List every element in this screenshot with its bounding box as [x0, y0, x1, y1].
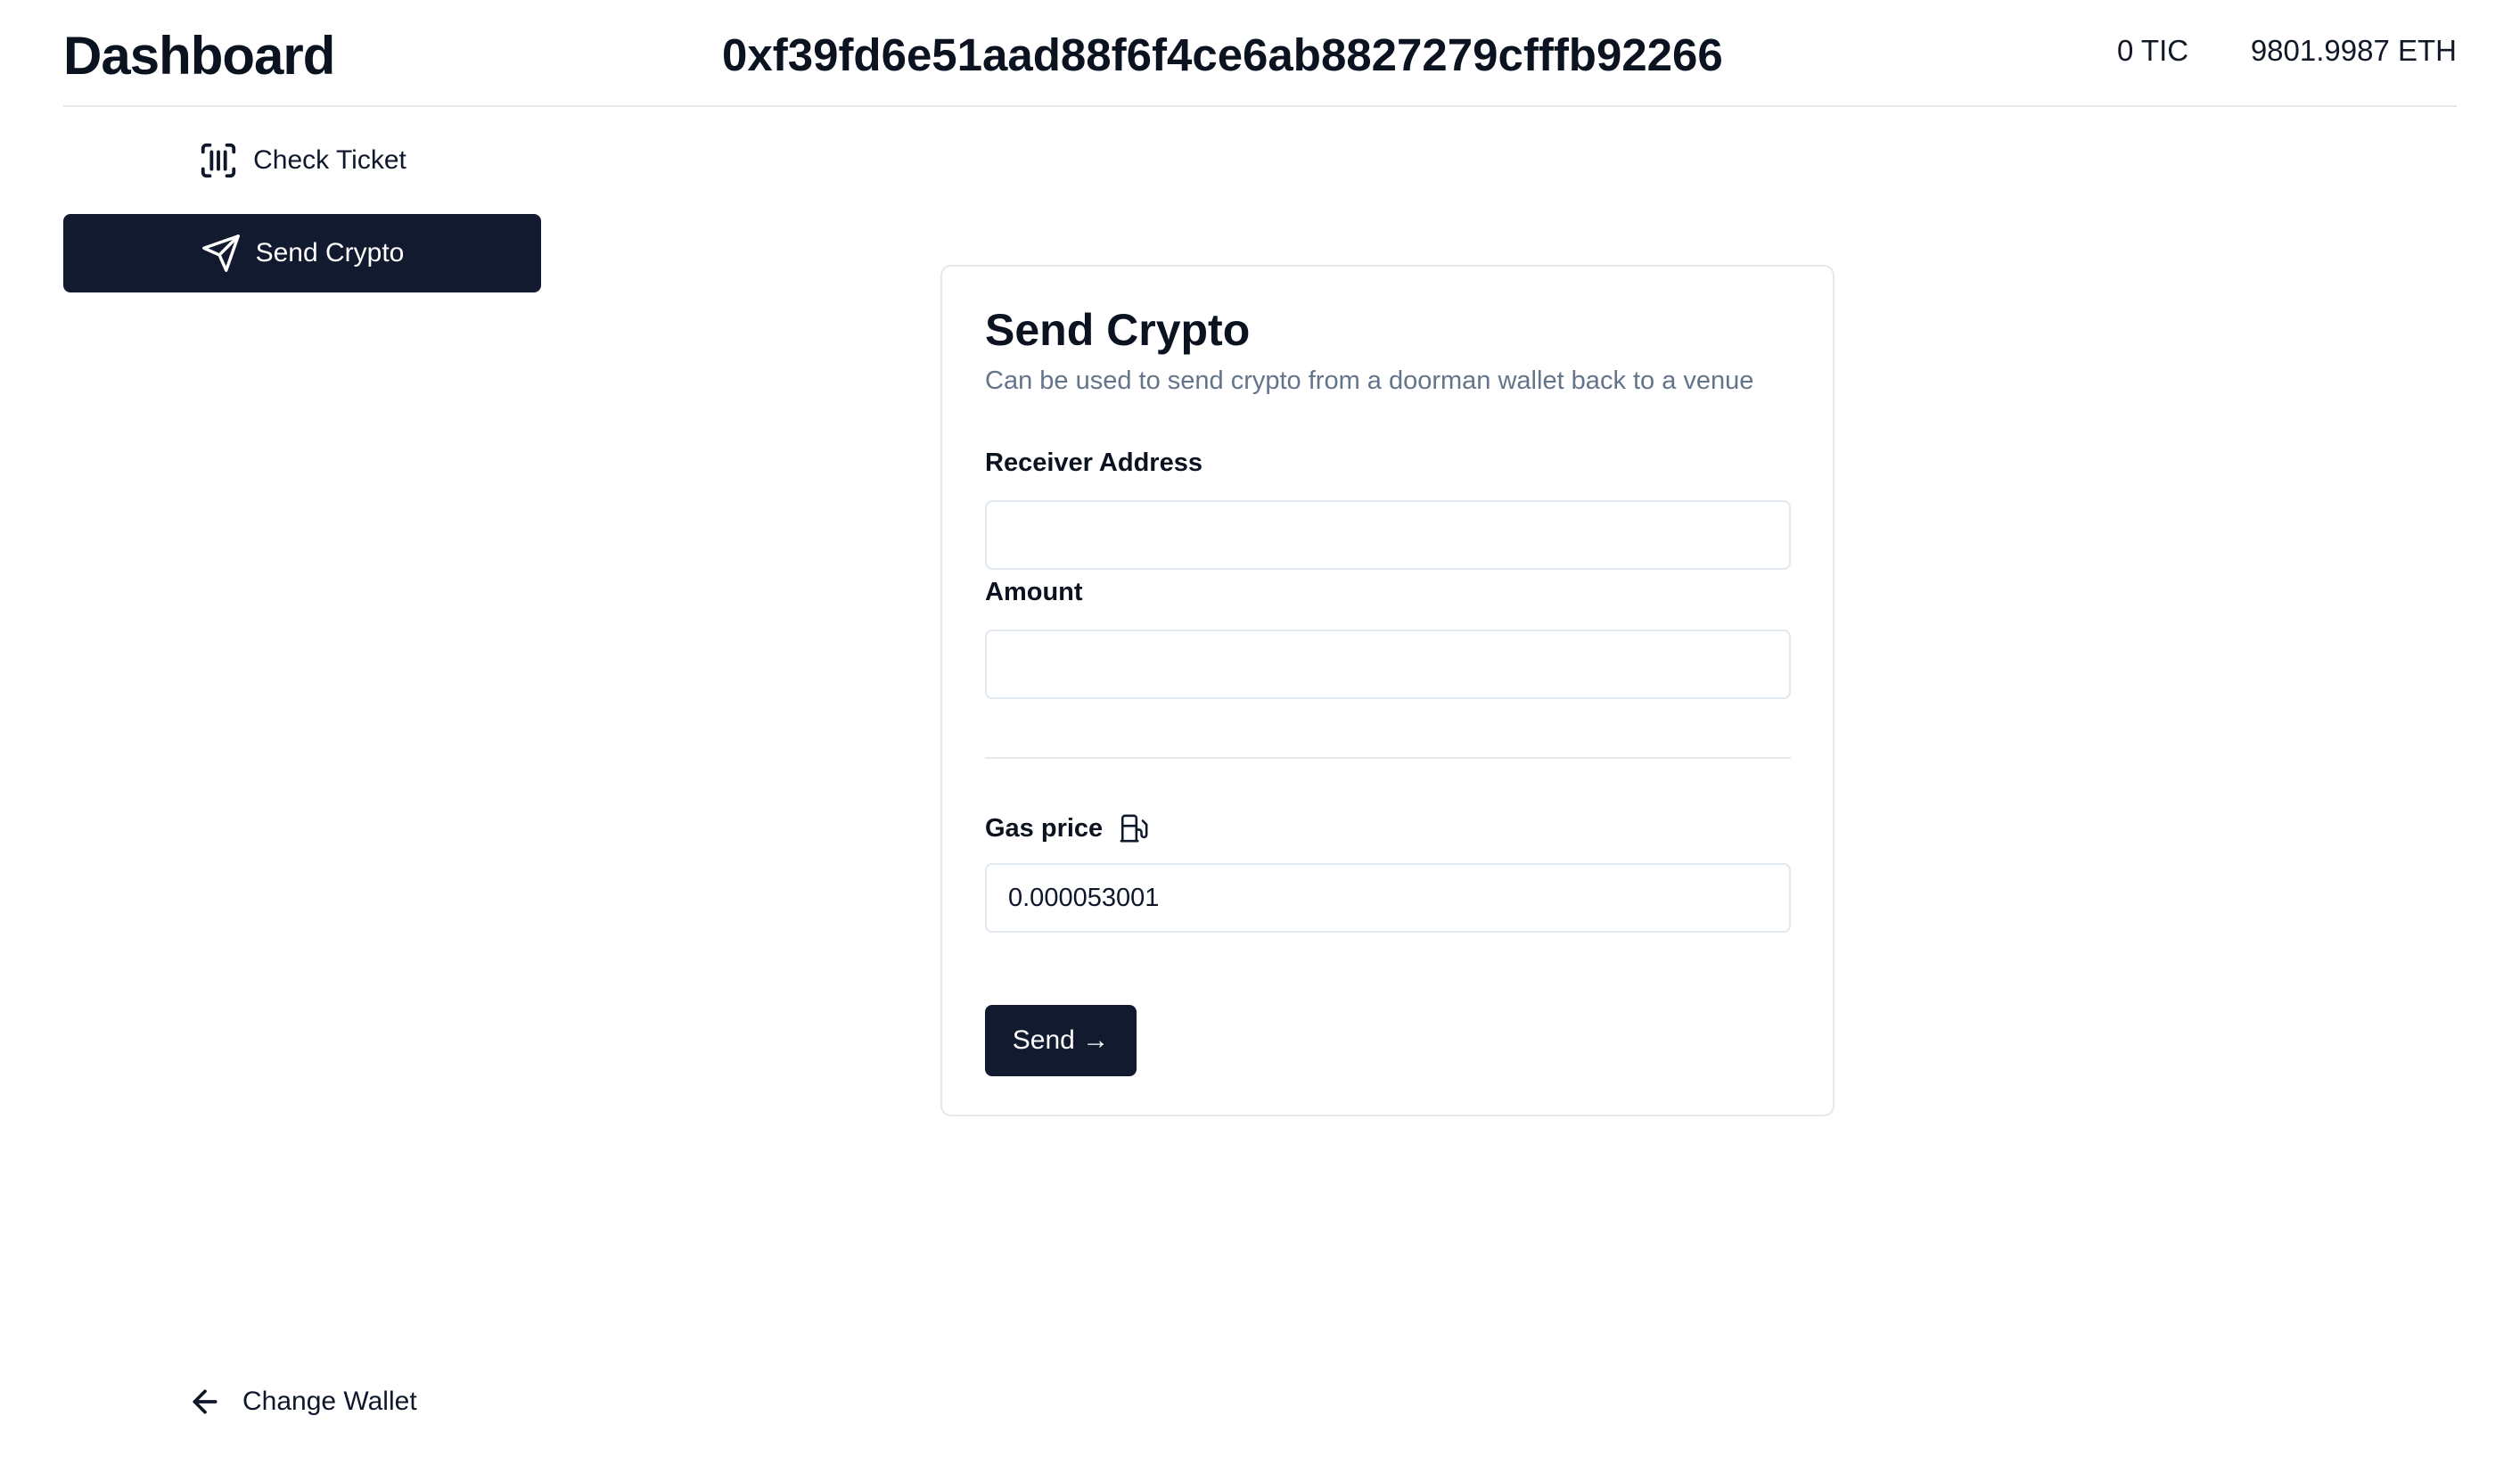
receiver-address-label-text: Receiver Address [985, 449, 1203, 477]
change-wallet-label: Change Wallet [242, 1387, 417, 1416]
amount-label: Amount [985, 578, 1083, 607]
scan-barcode-icon [198, 140, 239, 181]
receiver-address-input[interactable] [985, 500, 1791, 570]
send-button[interactable]: Send → [985, 1005, 1137, 1076]
receiver-address-label: Receiver Address [985, 449, 1203, 478]
gas-price-label-text: Gas price [985, 813, 1104, 843]
gas-price-label: Gas price [985, 813, 1149, 844]
header: Dashboard 0xf39fd6e51aad88f6f4ce6ab88272… [63, 0, 2457, 107]
eth-balance: 9801.9987 ETH [2250, 34, 2457, 67]
sidebar-item-label: Check Ticket [253, 145, 406, 175]
amount-label-text: Amount [985, 578, 1083, 606]
page: Dashboard 0xf39fd6e51aad88f6f4ce6ab88272… [0, 0, 2520, 1457]
card-subtitle: Can be used to send crypto from a doorma… [985, 366, 1754, 395]
divider [985, 757, 1791, 759]
fuel-icon [1119, 813, 1149, 844]
card-title: Send Crypto [985, 305, 1251, 355]
gas-price-input[interactable] [985, 863, 1791, 933]
change-wallet-link[interactable]: Change Wallet [187, 1384, 417, 1420]
amount-input[interactable] [985, 630, 1791, 699]
page-title: Dashboard [63, 26, 335, 86]
send-crypto-card: Send Crypto Can be used to send crypto f… [940, 265, 1835, 1116]
tic-balance: 0 TIC [2117, 34, 2189, 67]
arrow-left-icon [187, 1384, 223, 1420]
sidebar-item-label: Send Crypto [255, 238, 405, 268]
sidebar-item-check-ticket[interactable]: Check Ticket [63, 121, 541, 200]
send-icon [201, 233, 242, 274]
sidebar-item-send-crypto[interactable]: Send Crypto [63, 214, 541, 292]
wallet-address: 0xf39fd6e51aad88f6f4ce6ab8827279cfffb922… [722, 29, 1723, 80]
